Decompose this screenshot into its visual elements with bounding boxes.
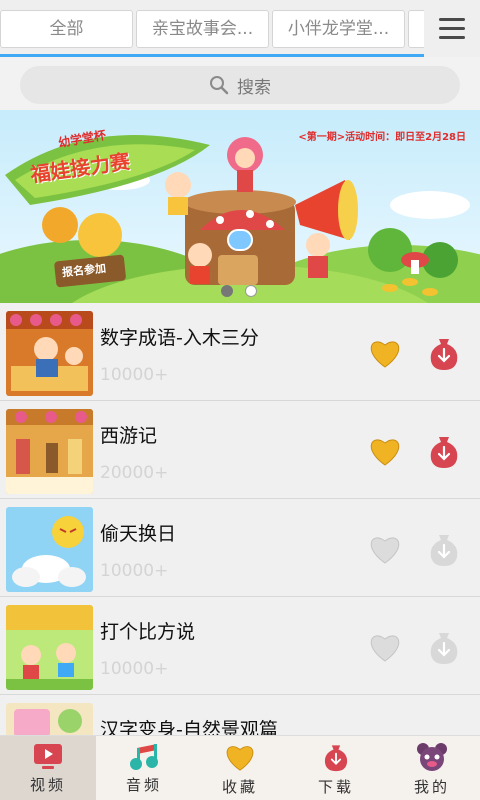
video-title: 西游记 — [100, 425, 158, 447]
nav-label: 收藏 — [221, 778, 258, 796]
search-bar-area: 搜索 — [0, 60, 480, 110]
download-icon[interactable] — [427, 629, 461, 665]
banner-date-text: <第一期>活动时间：即日至2月28日 — [298, 132, 466, 143]
download-icon[interactable] — [427, 433, 461, 469]
pager-dot-2[interactable] — [245, 285, 257, 297]
category-tabs: 全部 亲宝故事会... 小伴龙学堂... — [0, 10, 424, 48]
app-root: 全部 亲宝故事会... 小伴龙学堂... 搜索 <第一期>活动时间：即日至2月2… — [0, 0, 480, 800]
favorite-heart-icon[interactable] — [368, 631, 402, 663]
list-item[interactable]: 偷天换日 10000+ — [0, 499, 480, 597]
tab-more[interactable] — [408, 10, 424, 48]
video-thumbnail — [6, 311, 93, 396]
menu-button[interactable] — [424, 0, 480, 57]
menu-icon — [439, 18, 465, 21]
promo-banner[interactable]: <第一期>活动时间：即日至2月28日 幼学堂杯 福娃接力赛 报名参加 — [0, 110, 480, 303]
heart-icon — [226, 746, 254, 771]
download-icon[interactable] — [427, 335, 461, 371]
play-count: 20000+ — [100, 463, 169, 483]
nav-label: 我的 — [413, 778, 450, 796]
video-title: 数字成语-入木三分 — [100, 327, 259, 349]
download-icon[interactable] — [427, 531, 461, 567]
video-title: 打个比方说 — [100, 621, 196, 643]
nav-favorites[interactable]: 收藏 — [192, 736, 288, 800]
nav-mine[interactable]: 我的 — [384, 736, 480, 800]
list-item[interactable]: 汉字变身-自然景观篇 — [0, 695, 480, 735]
video-title: 偷天换日 — [100, 523, 177, 545]
tab-all[interactable]: 全部 — [0, 10, 133, 48]
nav-label: 视频 — [29, 776, 66, 794]
search-label: 搜索 — [237, 77, 271, 98]
download-icon — [324, 745, 348, 772]
nav-audio[interactable]: 音频 — [96, 736, 192, 800]
pager-dot-1[interactable] — [221, 285, 233, 297]
play-count: 10000+ — [100, 365, 169, 385]
search-icon — [210, 76, 229, 95]
list-item[interactable]: 西游记 20000+ — [0, 401, 480, 499]
list-item[interactable]: 打个比方说 10000+ — [0, 597, 480, 695]
favorite-heart-icon[interactable] — [368, 435, 402, 467]
video-thumbnail — [6, 409, 93, 494]
video-thumbnail — [6, 605, 93, 690]
nav-label: 下载 — [317, 778, 354, 796]
nav-video[interactable]: 视频 — [0, 736, 96, 800]
video-title: 汉字变身-自然景观篇 — [100, 719, 278, 735]
category-tab-bar: 全部 亲宝故事会... 小伴龙学堂... — [0, 0, 480, 57]
play-count: 10000+ — [100, 561, 169, 581]
video-thumbnail — [6, 703, 93, 735]
search-box[interactable]: 搜索 — [20, 66, 460, 104]
video-list: 数字成语-入木三分 10000+ 西游记 20000+ 偷天换日 10000+ … — [0, 303, 480, 735]
nav-label: 音频 — [125, 776, 162, 794]
tab-school[interactable]: 小伴龙学堂... — [272, 10, 405, 48]
favorite-heart-icon[interactable] — [368, 533, 402, 565]
music-icon — [130, 744, 158, 770]
favorite-heart-icon[interactable] — [368, 337, 402, 369]
video-thumbnail — [6, 507, 93, 592]
tab-story[interactable]: 亲宝故事会... — [136, 10, 269, 48]
list-item[interactable]: 数字成语-入木三分 10000+ — [0, 303, 480, 401]
play-count: 10000+ — [100, 659, 169, 679]
nav-downloads[interactable]: 下载 — [288, 736, 384, 800]
banner-pager — [221, 285, 257, 297]
video-icon — [34, 744, 62, 769]
bear-icon — [417, 743, 447, 771]
bottom-nav: 视频 音频 收藏 下载 我的 — [0, 735, 480, 800]
